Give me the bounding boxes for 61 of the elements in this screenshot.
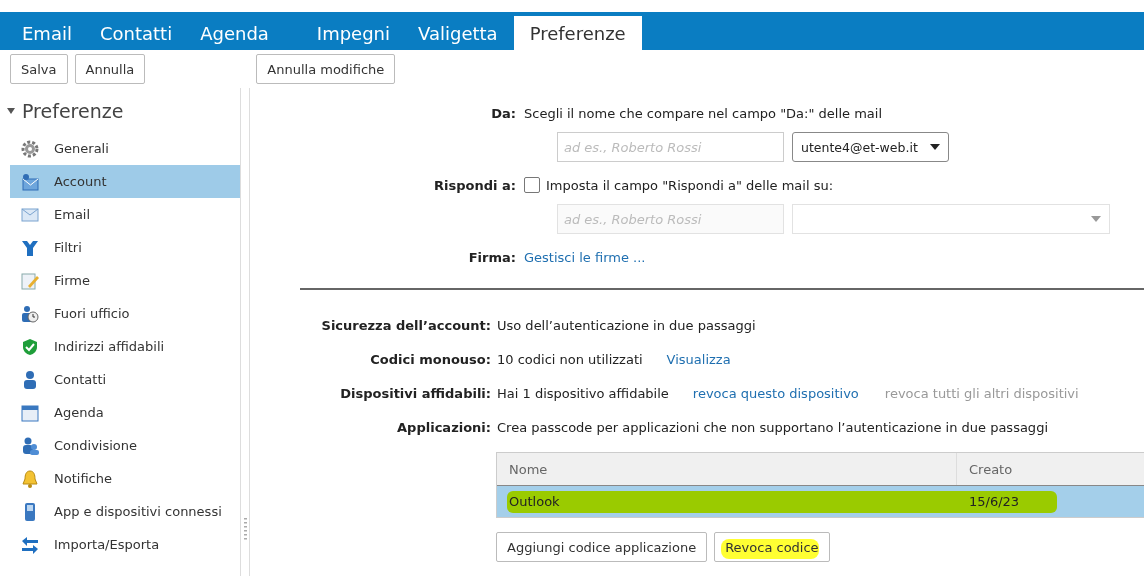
swap-arrows-icon <box>20 534 40 555</box>
field-label: Applicazioni: <box>396 419 492 435</box>
field-value: 10 codici non utilizzati <box>497 351 643 367</box>
signatures-link[interactable]: Gestisci le firme ... <box>524 249 646 265</box>
tab[interactable]: Preferenze <box>513 16 642 50</box>
sidebar-item[interactable]: Notifiche <box>10 462 240 495</box>
table-cell-text: 15/6/23 <box>968 494 1020 509</box>
pencil-document-icon <box>20 270 40 291</box>
calendar-icon <box>20 402 40 423</box>
caret-icon <box>1091 216 1101 222</box>
action-link[interactable]: Visualizza <box>666 351 731 367</box>
field-label: Sicurezza dell’account: <box>320 317 492 333</box>
action-button[interactable]: Aggiungi codice applicazione <box>496 532 708 562</box>
sidebar-title: Preferenze <box>22 100 124 122</box>
tab[interactable]: Valigetta <box>418 16 498 50</box>
sidebar-item[interactable]: Generali <box>10 132 240 165</box>
checkbox[interactable] <box>524 177 540 193</box>
sidebar-item[interactable]: Fuori ufficio <box>10 297 240 330</box>
sidebar-item[interactable]: Importa/Esporta <box>10 528 240 561</box>
name-input-field[interactable]: ad es., Roberto Rossi <box>557 132 784 162</box>
field-label: Rispondi a: <box>433 177 517 193</box>
tab[interactable]: Agenda <box>200 16 269 50</box>
gear-icon <box>20 138 40 159</box>
field-label: Codici monouso: <box>369 351 492 367</box>
action-link[interactable]: revoca questo dispositivo <box>692 385 859 401</box>
field-value: Uso dell’autenticazione in due passaggi <box>497 317 756 333</box>
checkbox-label: Imposta il campo "Rispondi a" delle mail su: <box>546 177 834 193</box>
table-cell-text: Outlook <box>508 494 561 509</box>
table-row[interactable]: Outlook 15/6/23 <box>497 485 1144 517</box>
toolbar-button[interactable]: Annulla modifiche <box>256 54 396 84</box>
caret-icon <box>930 144 940 150</box>
person-clock-icon <box>20 303 40 324</box>
people-icon <box>20 435 40 456</box>
field-description: Scegli il nome che compare nel campo "Da:" delle mail <box>524 105 883 121</box>
sidebar-item[interactable]: Agenda <box>10 396 240 429</box>
sidebar-item[interactable]: Email <box>10 198 240 231</box>
field-value: Crea passcode per applicazioni che non supportano l’autenticazione in due passaggi <box>497 419 1048 435</box>
action-button[interactable]: Revoca codice <box>714 532 830 562</box>
tab[interactable]: Contatti <box>99 16 173 50</box>
field-label: Firma: <box>467 249 517 265</box>
sidebar-item[interactable]: Account <box>10 165 240 198</box>
toolbar-button[interactable]: Annulla <box>74 54 146 84</box>
address-dropdown[interactable]: utente4@et-web.it <box>792 132 949 162</box>
shield-check-icon <box>20 336 40 357</box>
sidebar-item[interactable]: Firme <box>10 264 240 297</box>
field-label: Da: <box>490 105 517 121</box>
field-value: Hai 1 dispositivo affidabile <box>497 385 669 401</box>
column-header[interactable]: Creato <box>957 461 1013 477</box>
tab[interactable]: Email <box>22 16 72 50</box>
toolbar-button[interactable]: Salva <box>10 54 68 84</box>
bell-icon <box>20 468 40 489</box>
caret-icon[interactable] <box>6 106 16 116</box>
field-label: Dispositivi affidabili: <box>339 385 492 401</box>
sidebar-item[interactable]: Contatti <box>10 363 240 396</box>
tab[interactable]: Impegni <box>316 16 391 50</box>
sidebar-item[interactable]: Indirizzi affidabili <box>10 330 240 363</box>
sidebar-item[interactable]: App e dispositivi connessi <box>10 495 240 528</box>
sidebar-item[interactable]: Condivisione <box>10 429 240 462</box>
envelope-person-icon <box>20 171 40 192</box>
splitter-grip-icon[interactable] <box>244 518 247 540</box>
sidebar-item[interactable]: Filtri <box>10 231 240 264</box>
